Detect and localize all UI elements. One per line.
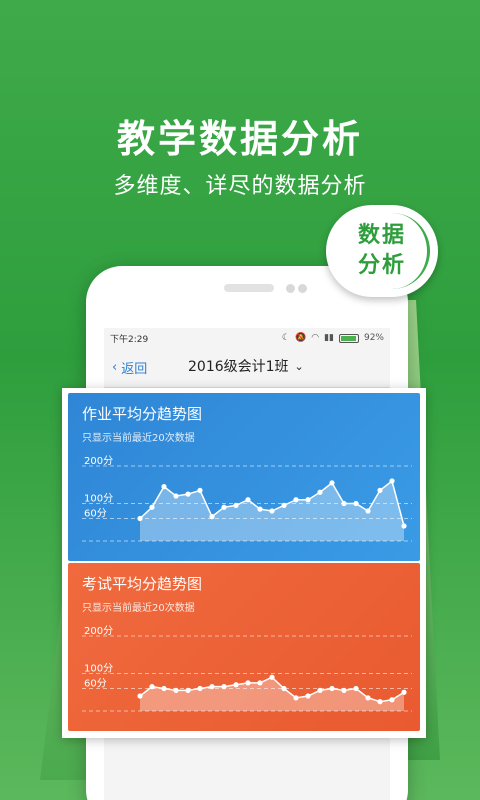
phone-camera-dot [286,284,295,293]
phone-speaker [224,284,274,292]
data-point [197,685,203,692]
exam-chart: 200分 100分 60分 [82,625,412,712]
hero-subtitle: 多维度、详尽的数据分析 [113,174,367,199]
badge-text: 数据 分析 [326,221,438,281]
badge-line-1: 数据 [357,223,406,248]
data-analysis-badge: 数据 分析 [326,205,438,297]
status-icons: ☾ 🔕 ◠ ▮▮ 92% [282,333,384,343]
data-point [161,484,167,490]
data-point [185,687,191,693]
data-point [389,478,395,484]
wifi-icon: ◠ [311,333,320,343]
data-point [245,497,251,503]
data-point [257,506,263,512]
data-point [377,699,383,705]
data-point [269,508,275,514]
y-tick-label: 200分 [84,455,113,467]
battery-icon [338,333,359,343]
exam-trend-card: 考试平均分趋势图 只显示当前最近20次数据 200分 100分 60分 [68,563,420,731]
back-label: 返回 [121,362,148,377]
mute-bell-icon: 🔕 [295,333,307,343]
data-point [137,693,143,699]
data-point [233,502,239,508]
data-point [389,697,395,703]
battery-percent: 92% [363,333,384,343]
data-point [293,497,299,503]
data-point [281,685,287,692]
data-point [209,684,215,690]
data-point [365,508,371,514]
data-point [341,500,347,507]
y-tick-label: 60分 [84,508,107,520]
data-point [317,489,323,495]
data-point [305,693,311,699]
data-point [365,695,371,701]
data-point [353,685,359,692]
data-point [329,480,335,486]
moon-icon: ☾ [281,333,290,343]
chevron-down-icon: ⌄ [294,359,304,373]
y-tick-label: 200分 [84,625,113,637]
status-time: 下午2:29 [110,334,149,345]
data-point [173,687,179,693]
data-point [161,685,167,692]
hero-title: 教学数据分析 [116,117,363,161]
data-point [353,500,359,507]
data-point [317,687,323,693]
data-point [401,523,407,529]
data-point [209,514,215,520]
data-point [245,680,251,686]
data-point [269,674,275,680]
badge-line-2: 分析 [357,253,406,278]
status-bar: 下午2:29 ☾ 🔕 ◠ ▮▮ 92% [104,328,390,348]
data-point [185,491,191,497]
data-point [221,684,227,690]
data-point [377,487,383,493]
back-button[interactable]: ‹ 返回 [112,358,147,377]
y-tick-label: 100分 [84,493,113,505]
phone-camera-dot [298,284,307,293]
data-point [197,487,203,493]
data-point [329,685,335,692]
data-point [149,504,155,510]
y-tick-label: 60分 [84,678,107,690]
homework-chart: 200分 100分 60分 [82,455,412,542]
homework-trend-card: 作业平均分趋势图 只显示当前最近20次数据 200分 100分 60分 [68,393,420,561]
chevron-left-icon: ‹ [112,360,118,375]
data-point [401,689,407,695]
data-point [257,680,263,686]
data-point [305,497,311,503]
data-point [173,493,179,499]
signal-icon: ▮▮ [324,333,334,343]
y-tick-label: 100分 [84,663,113,675]
data-point [149,684,155,690]
data-point [137,515,143,522]
class-name: 2016级会计1班 [188,359,289,375]
class-selector[interactable]: 2016级会计1班 ⌄ [188,356,304,376]
data-point [221,504,227,510]
data-point [233,682,239,688]
data-point [293,695,299,701]
data-point [341,687,347,693]
data-point [281,502,287,508]
